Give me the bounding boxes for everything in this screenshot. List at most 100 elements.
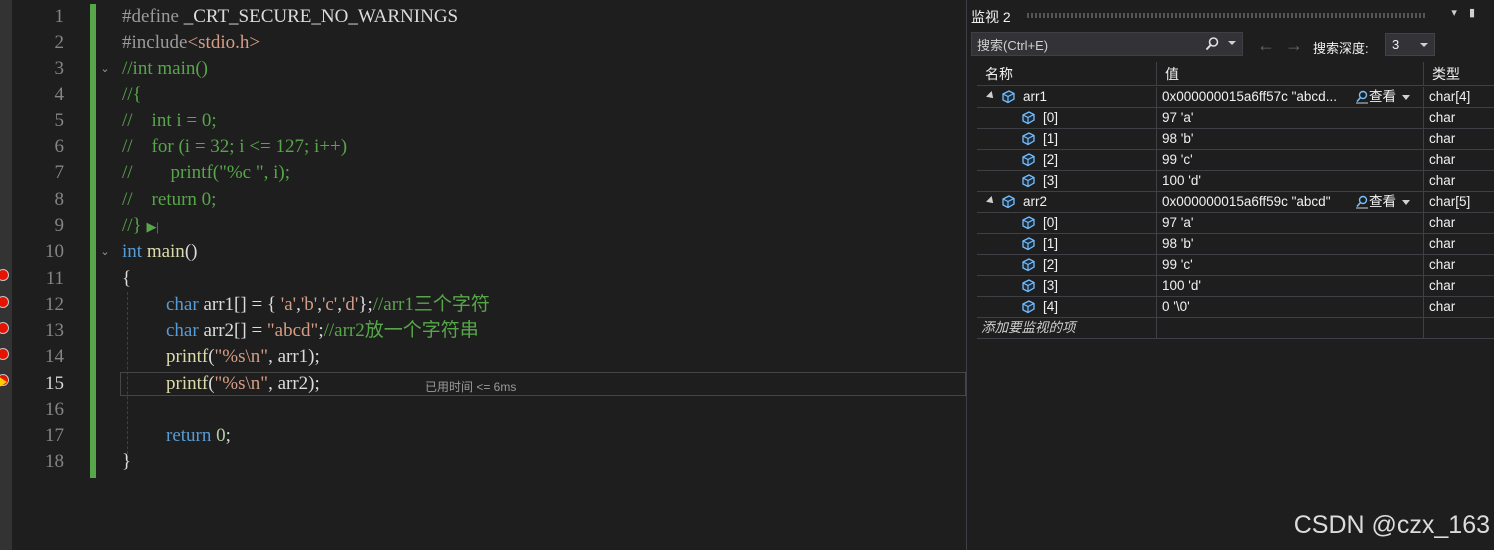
punctuation: [] = { bbox=[234, 294, 281, 315]
watch-row[interactable]: [0] 97 'a' char bbox=[977, 108, 1494, 129]
object-icon bbox=[1022, 237, 1035, 251]
keyword: char bbox=[166, 320, 199, 341]
comment-text: //} bbox=[122, 215, 142, 236]
search-box[interactable] bbox=[971, 32, 1243, 57]
code-line-15[interactable]: printf("%s\n", arr2); bbox=[166, 371, 320, 397]
code-line-4[interactable]: //{ bbox=[122, 82, 142, 108]
watch-value: 99 'c' bbox=[1157, 255, 1424, 276]
search-depth-select[interactable]: 3 bbox=[1385, 33, 1435, 56]
code-line-14[interactable]: printf("%s\n", arr1); bbox=[166, 344, 320, 370]
punctuation: }; bbox=[358, 294, 373, 315]
watch-row[interactable]: [2] 99 'c' char bbox=[977, 150, 1494, 171]
collapsed-region-icon[interactable]: ▶| bbox=[146, 219, 159, 234]
line-number: 14 bbox=[45, 346, 64, 367]
punctuation: () bbox=[184, 241, 198, 262]
line-number: 18 bbox=[45, 451, 64, 472]
search-back-arrow-icon[interactable]: ← bbox=[1257, 36, 1275, 54]
function-name: printf bbox=[166, 373, 209, 394]
string-literal: "%s\n" bbox=[214, 346, 269, 367]
line-number: 7 bbox=[54, 162, 65, 183]
text-visualizer-button[interactable]: 查看 bbox=[1355, 192, 1410, 212]
chevron-down-icon bbox=[1402, 199, 1410, 205]
watch-row[interactable]: [1] 98 'b' char bbox=[977, 129, 1494, 150]
watch-name: [3] bbox=[1043, 173, 1059, 188]
perf-tip-elapsed[interactable]: 已用时间 <= 6ms bbox=[425, 378, 516, 395]
line-number: 17 bbox=[45, 425, 64, 446]
add-watch-item[interactable]: 添加要监视的项 bbox=[977, 318, 1157, 339]
watch-name: [0] bbox=[1043, 215, 1059, 230]
indent-guide bbox=[127, 292, 128, 464]
expand-triangle-icon[interactable] bbox=[986, 91, 996, 101]
title-grip[interactable] bbox=[1027, 13, 1427, 18]
code-line-17[interactable]: return 0; bbox=[166, 423, 231, 449]
pin-icon[interactable]: ▮ bbox=[1469, 7, 1487, 19]
code-line-13[interactable]: char arr2[] = "abcd";//arr2放一个字符串 bbox=[166, 318, 479, 344]
watch-value: 100 'd' bbox=[1157, 276, 1424, 297]
punctuation: , arr2); bbox=[268, 373, 320, 394]
object-icon bbox=[1022, 279, 1035, 293]
code-line-7[interactable]: // printf("%c ", i); bbox=[122, 160, 290, 186]
comment-text: //arr1三个字符 bbox=[372, 294, 490, 315]
watch-row[interactable]: [1] 98 'b' char bbox=[977, 234, 1494, 255]
macro-name: _CRT_SECURE_NO_WARNINGS bbox=[183, 6, 459, 27]
code-line-12[interactable]: char arr1[] = { 'a','b','c','d'};//arr1三… bbox=[166, 292, 490, 318]
fold-chevron-icon[interactable]: ⌄ bbox=[99, 56, 111, 82]
add-watch-row[interactable]: 添加要监视的项 bbox=[977, 318, 1494, 339]
code-line-2[interactable]: #include<stdio.h> bbox=[122, 30, 260, 56]
panel-window-buttons[interactable]: ▾▮ bbox=[1451, 6, 1487, 19]
watch-row[interactable]: [3] 100 'd' char bbox=[977, 276, 1494, 297]
column-header-type[interactable]: 类型 bbox=[1424, 62, 1494, 86]
watch-row[interactable]: arr2 0x000000015a6ff59c "abcd" 查看 char[5] bbox=[977, 192, 1494, 213]
punctuation: [] = bbox=[234, 320, 267, 341]
string-literal: "%s\n" bbox=[214, 373, 269, 394]
code-line-3[interactable]: //int main() bbox=[122, 56, 208, 82]
watch-type: char bbox=[1424, 129, 1494, 150]
watch-row[interactable]: [2] 99 'c' char bbox=[977, 255, 1494, 276]
search-options-dropdown-icon[interactable] bbox=[1228, 41, 1236, 45]
function-name: main bbox=[142, 241, 185, 262]
watch-type: char bbox=[1424, 150, 1494, 171]
line-number: 5 bbox=[54, 110, 65, 131]
dropdown-icon[interactable]: ▾ bbox=[1451, 7, 1469, 19]
watch-type: char[5] bbox=[1424, 192, 1494, 213]
column-header-name[interactable]: 名称 bbox=[977, 62, 1157, 86]
code-line-18[interactable]: } bbox=[122, 449, 131, 475]
watch-type: char bbox=[1424, 297, 1494, 318]
expand-triangle-icon[interactable] bbox=[986, 196, 996, 206]
object-icon bbox=[1022, 300, 1035, 314]
preprocessor-token: #define bbox=[122, 6, 184, 27]
search-icon[interactable] bbox=[1204, 36, 1220, 52]
watch-name: [1] bbox=[1043, 236, 1059, 251]
watch-row[interactable]: [4] 0 '\0' char bbox=[977, 297, 1494, 318]
chevron-down-icon bbox=[1420, 43, 1428, 47]
watch-name: [2] bbox=[1043, 257, 1059, 272]
watch-row[interactable]: [3] 100 'd' char bbox=[977, 171, 1494, 192]
viewer-label: 查看 bbox=[1369, 89, 1396, 104]
code-editor[interactable]: 1 2 3 4 5 6 7 8 9 10 11 12 13 14 15 16 1… bbox=[0, 0, 966, 550]
current-statement-arrow-icon bbox=[0, 376, 7, 388]
fold-chevron-icon[interactable]: ⌄ bbox=[99, 239, 111, 265]
change-tracking-bar bbox=[90, 4, 96, 478]
code-line-8[interactable]: // return 0; bbox=[122, 187, 216, 213]
char-literal: 'a' bbox=[280, 294, 297, 315]
code-line-11[interactable]: { bbox=[122, 266, 131, 292]
search-input[interactable] bbox=[972, 33, 1209, 57]
code-line-1[interactable]: #define _CRT_SECURE_NO_WARNINGS bbox=[122, 4, 458, 30]
line-number: 13 bbox=[45, 320, 64, 341]
code-line-9[interactable]: //} ▶| bbox=[122, 213, 159, 240]
watch-name: [4] bbox=[1043, 299, 1059, 314]
include-header: <stdio.h> bbox=[187, 32, 261, 53]
watch-type: char bbox=[1424, 255, 1494, 276]
watch-row[interactable]: [0] 97 'a' char bbox=[977, 213, 1494, 234]
comment-text: //arr2放一个字符串 bbox=[323, 320, 479, 341]
search-depth-value: 3 bbox=[1392, 37, 1400, 52]
char-literal: 'd' bbox=[341, 294, 359, 315]
text-visualizer-button[interactable]: 查看 bbox=[1355, 87, 1410, 107]
code-line-10[interactable]: int main() bbox=[122, 239, 197, 265]
search-forward-arrow-icon[interactable]: → bbox=[1285, 36, 1303, 54]
code-line-6[interactable]: // for (i = 32; i <= 127; i++) bbox=[122, 134, 347, 160]
code-line-5[interactable]: // int i = 0; bbox=[122, 108, 217, 134]
function-name: printf bbox=[166, 346, 209, 367]
watch-row[interactable]: arr1 0x000000015a6ff57c "abcd... 查看 char[… bbox=[977, 87, 1494, 108]
column-header-value[interactable]: 值 bbox=[1157, 62, 1424, 86]
